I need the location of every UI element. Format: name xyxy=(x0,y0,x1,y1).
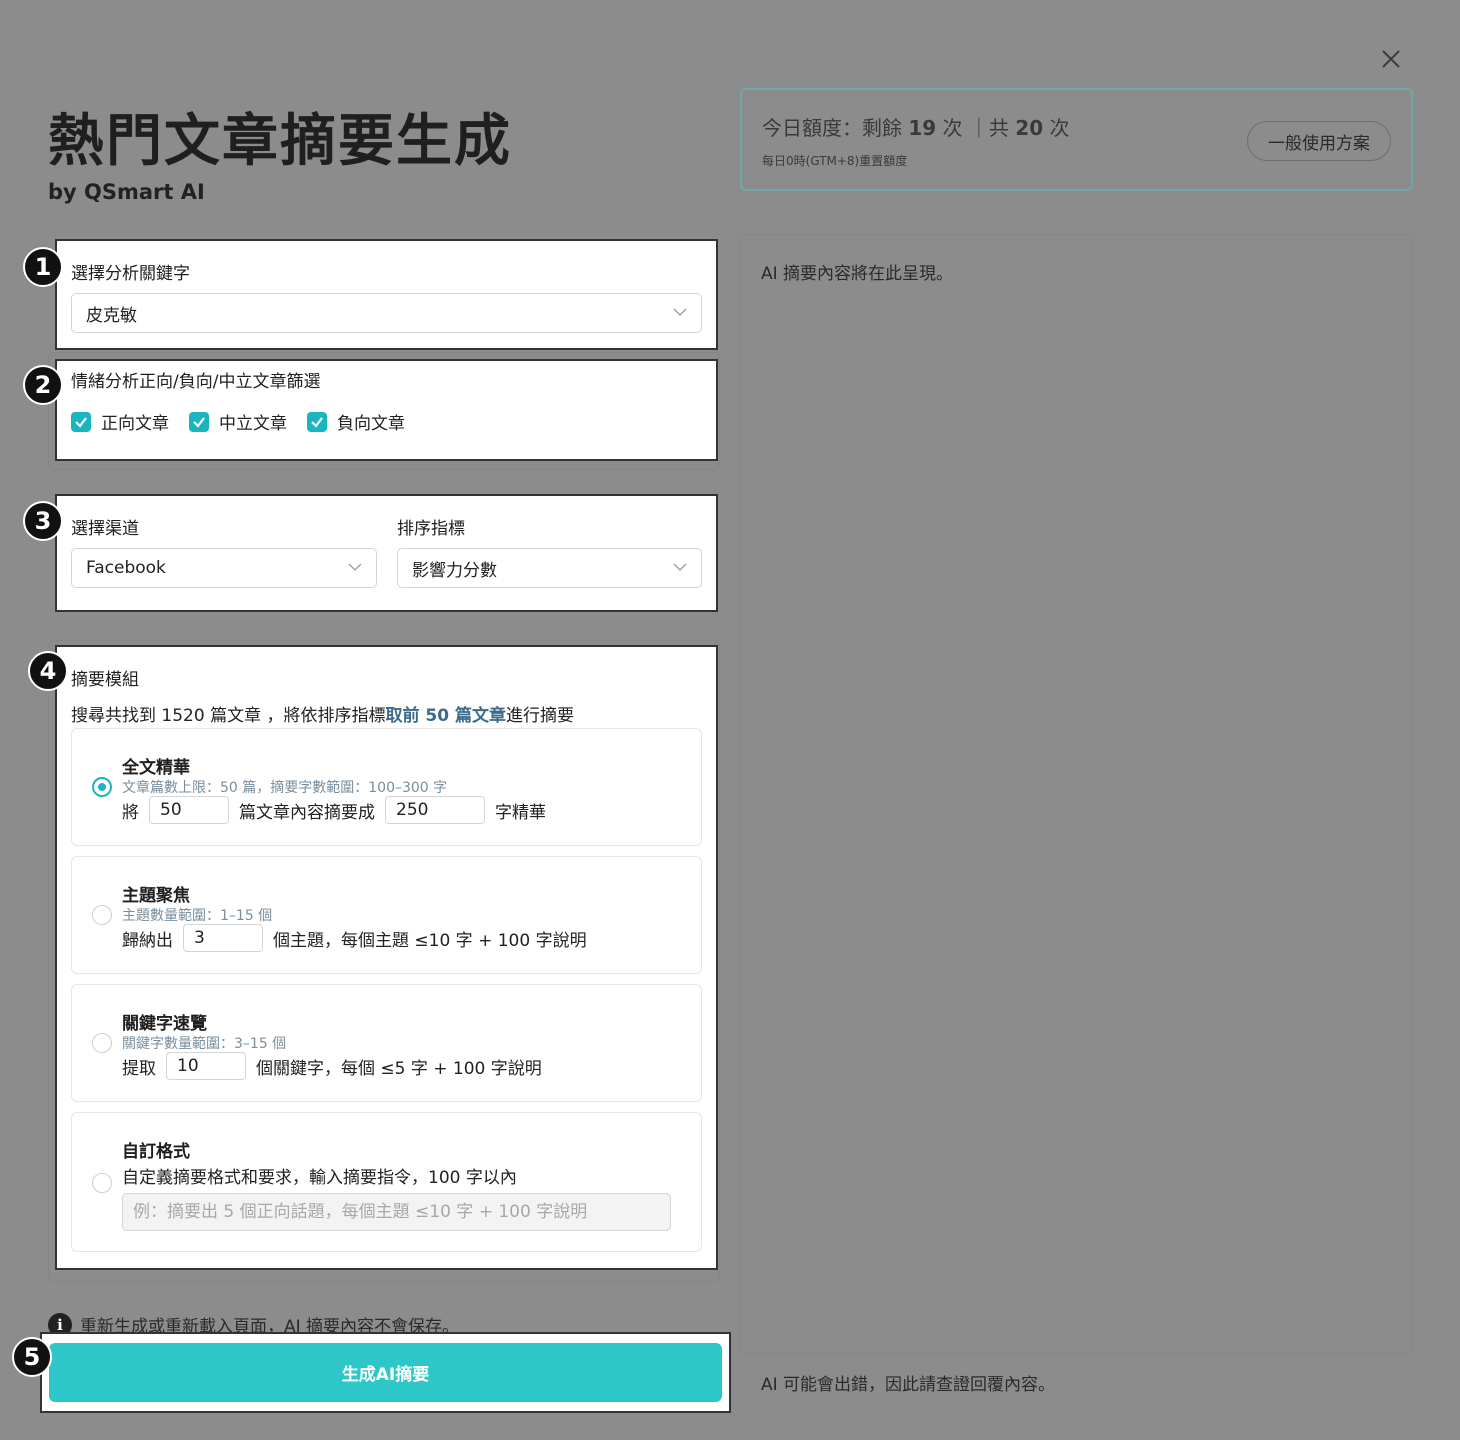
close-button[interactable] xyxy=(1374,42,1408,76)
quota-box: 今日額度：剩餘 19 次 ｜共 20 次 每日0時(GTM+8)重置額度 一般使… xyxy=(740,88,1413,191)
radio-custom-format[interactable] xyxy=(92,1173,112,1193)
option-topic-focus[interactable]: 主題聚焦 主題數量範圍：1–15 個 歸納出 個主題，每個主題 ≤10 字 + … xyxy=(71,856,702,974)
sentiment-label: 情緒分析正向/負向/中立文章篩選 xyxy=(71,372,321,392)
quota-total: 20 xyxy=(1015,116,1044,140)
checkbox-neutral[interactable]: 中立文章 xyxy=(189,409,287,434)
chevron-down-icon xyxy=(348,563,362,571)
summary-result-panel: AI 摘要內容將在此呈現。 xyxy=(740,234,1413,1354)
option-keyword-overview[interactable]: 關鍵字速覽 關鍵字數量範圍：3–15 個 提取 個關鍵字，每個 ≤5 字 + 1… xyxy=(71,984,702,1102)
checkbox-checked-icon xyxy=(189,411,209,432)
ai-disclaimer: AI 可能會出錯，因此請查證回覆內容。 xyxy=(761,1375,1056,1395)
summary-module-label: 摘要模組 xyxy=(71,670,139,690)
radio-topic-focus[interactable] xyxy=(92,905,112,925)
chevron-down-icon xyxy=(673,308,687,316)
channel-label: 選擇渠道 xyxy=(71,519,139,539)
checkbox-checked-icon xyxy=(307,411,327,432)
custom-prompt-input[interactable] xyxy=(122,1193,671,1231)
channel-card: 選擇渠道 排序指標 Facebook 影響力分數 xyxy=(55,494,718,612)
chevron-down-icon xyxy=(673,563,687,571)
step-badge-1: 1 xyxy=(23,247,63,287)
article-count-text: 搜尋共找到 1520 篇文章 ，將依排序指標取前 50 篇文章進行摘要 xyxy=(71,706,574,726)
summary-module-card: 摘要模組 搜尋共找到 1520 篇文章 ，將依排序指標取前 50 篇文章進行摘要… xyxy=(55,645,718,1270)
close-icon xyxy=(1382,50,1400,68)
quota-line: 今日額度：剩餘 19 次 ｜共 20 次 xyxy=(762,116,1070,140)
sentiment-card: 情緒分析正向/負向/中立文章篩選 正向文章 中立文章 負向文章 xyxy=(55,359,718,461)
step-badge-3: 3 xyxy=(23,501,63,541)
checkbox-negative[interactable]: 負向文章 xyxy=(307,409,405,434)
quota-remaining: 19 xyxy=(908,116,937,140)
keyword-card: 選擇分析關鍵字 皮克敏 xyxy=(55,239,718,350)
keyword-select[interactable]: 皮克敏 xyxy=(71,293,702,333)
generate-summary-button[interactable]: 生成AI摘要 xyxy=(49,1343,722,1402)
step-badge-5: 5 xyxy=(12,1337,52,1377)
step-badge-2: 2 xyxy=(23,365,63,405)
page-subtitle: by QSmart AI xyxy=(48,180,205,204)
quota-reset-note: 每日0時(GTM+8)重置額度 xyxy=(762,154,908,168)
option-full-summary[interactable]: 全文精華 文章篇數上限：50 篇，摘要字數範圍：100–300 字 將 篇文章內… xyxy=(71,728,702,846)
result-placeholder: AI 摘要內容將在此呈現。 xyxy=(761,264,954,284)
checkbox-positive[interactable]: 正向文章 xyxy=(71,409,169,434)
sort-select[interactable]: 影響力分數 xyxy=(397,548,702,588)
topic-count-input[interactable] xyxy=(183,924,263,952)
checkbox-checked-icon xyxy=(71,411,91,432)
article-count-input[interactable] xyxy=(149,796,229,824)
sort-label: 排序指標 xyxy=(397,519,465,539)
word-count-input[interactable] xyxy=(385,796,485,824)
radio-full-summary[interactable] xyxy=(92,777,112,797)
step-badge-4: 4 xyxy=(28,651,68,691)
keyword-count-input[interactable] xyxy=(166,1052,246,1080)
generate-card: 生成AI摘要 xyxy=(40,1332,731,1413)
keyword-label: 選擇分析關鍵字 xyxy=(71,264,190,284)
page-title: 熱門文章摘要生成 xyxy=(48,109,512,174)
radio-keyword-overview[interactable] xyxy=(92,1033,112,1053)
channel-select[interactable]: Facebook xyxy=(71,548,377,588)
plan-button[interactable]: 一般使用方案 xyxy=(1247,121,1391,161)
option-custom-format[interactable]: 自訂格式 自定義摘要格式和要求，輸入摘要指令，100 字以內 xyxy=(71,1112,702,1252)
